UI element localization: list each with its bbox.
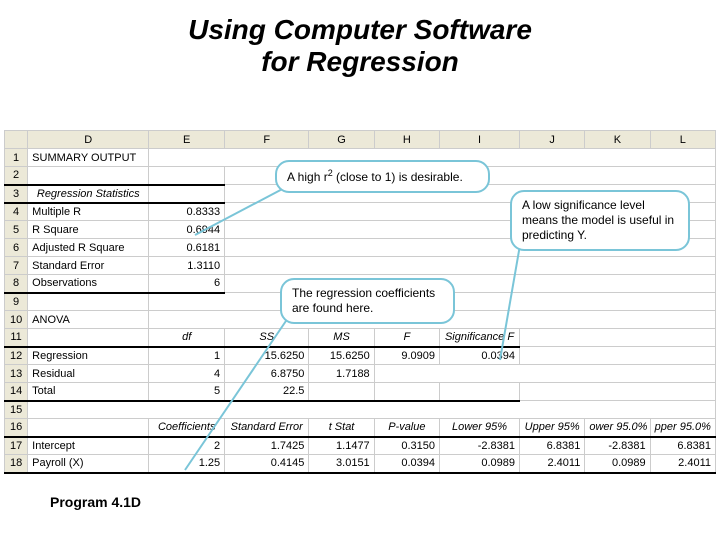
table-row: 18Payroll (X) 1.25 0.4145 3.0151 0.0394 … [5, 455, 716, 473]
table-row: 16 Coefficients Standard Error t Stat P-… [5, 419, 716, 437]
col-E: E [149, 131, 225, 149]
col-D: D [28, 131, 149, 149]
footer-label: Program 4.1D [50, 494, 141, 510]
corner-cell [5, 131, 28, 149]
table-row: 15 [5, 401, 716, 419]
table-row: 14Total 5 22.5 [5, 383, 716, 401]
column-header-row: D E F G H I J K L [5, 131, 716, 149]
col-H: H [374, 131, 439, 149]
callout-high-r2: A high r2 (close to 1) is desirable. [275, 160, 490, 193]
table-row: 17Intercept 2 1.7425 1.1477 0.3150 -2.83… [5, 437, 716, 455]
callout-significance: A low significance level means the model… [510, 190, 690, 251]
col-I: I [439, 131, 519, 149]
table-row: 11 df SS MS F Significance F [5, 329, 716, 347]
page-title: Using Computer Software for Regression [0, 0, 720, 78]
table-row: 12Regression 1 15.6250 15.6250 9.0909 0.… [5, 347, 716, 365]
col-J: J [520, 131, 585, 149]
col-L: L [650, 131, 715, 149]
table-row: 7Standard Error1.3110 [5, 257, 716, 275]
title-line-2: for Regression [261, 46, 459, 77]
col-K: K [585, 131, 650, 149]
col-G: G [309, 131, 374, 149]
col-F: F [225, 131, 309, 149]
table-row: 13Residual 4 6.8750 1.7188 [5, 365, 716, 383]
title-line-1: Using Computer Software [188, 14, 532, 45]
callout-coefficients: The regression coefficients are found he… [280, 278, 455, 324]
